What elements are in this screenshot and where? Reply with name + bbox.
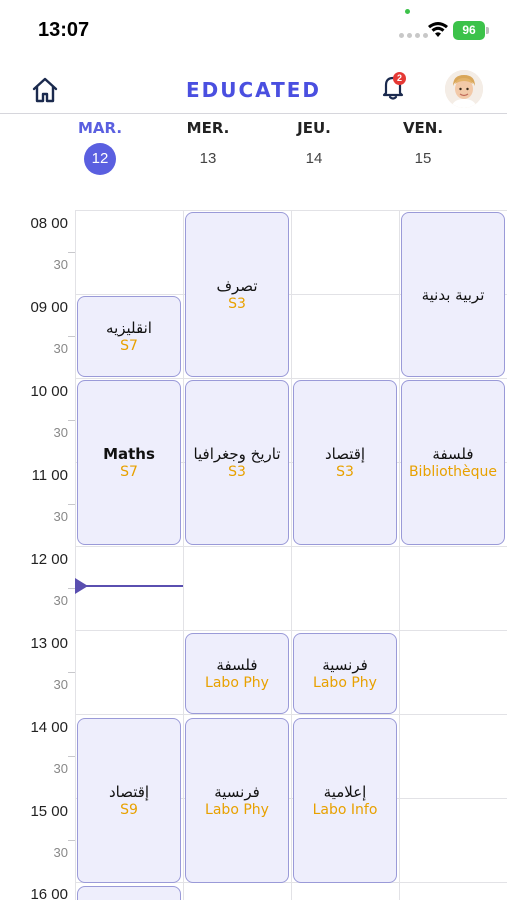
schedule-grid: 08 00 30 09 00 30 10 00 30 11 00 30 12 0… (0, 175, 507, 900)
event-title: انقليزيه (106, 318, 152, 337)
event-card[interactable]: تاريخ وجغرافيا S3 (185, 380, 289, 545)
hour-label: 11 00 (31, 467, 68, 484)
half-hour-tick (68, 504, 75, 505)
half-hour-label: 30 (53, 257, 68, 272)
half-hour-tick (68, 336, 75, 337)
event-title: Maths (103, 444, 155, 463)
privacy-indicator-icon (405, 9, 410, 14)
half-hour-label: 30 (53, 593, 68, 608)
event-room: Labo Phy (205, 674, 269, 691)
half-hour-label: 30 (53, 509, 68, 524)
half-hour-label: 30 (53, 677, 68, 692)
wifi-icon (428, 22, 448, 37)
column-divider (399, 210, 400, 900)
column-divider (291, 210, 292, 900)
hour-label: 16 00 (30, 886, 68, 900)
battery-tip (486, 27, 489, 34)
event-title: تربية بدنية (421, 285, 485, 304)
event-card[interactable]: إقتصاد S9 (77, 718, 181, 883)
current-time-line (85, 585, 183, 587)
event-title: فلسفة (216, 655, 258, 674)
event-title: تصرف (216, 276, 258, 295)
half-hour-label: 30 (53, 761, 68, 776)
app-header: EDUCATED 2 (0, 58, 507, 114)
day-name: VEN. (402, 119, 444, 137)
half-hour-label: 30 (53, 425, 68, 440)
event-room: S3 (336, 463, 354, 480)
hour-label: 15 00 (30, 803, 68, 820)
event-card[interactable]: فرنسية Labo Phy (293, 633, 397, 714)
signal-icon (399, 33, 428, 38)
day-tab-tuesday[interactable]: MAR. 12 (70, 119, 130, 175)
event-card[interactable]: إقتصاد S3 (293, 380, 397, 545)
brand-logo: EDUCATED (185, 78, 321, 102)
half-hour-tick (68, 756, 75, 757)
status-bar: 13:07 96 (0, 0, 507, 58)
event-title: تاريخ وجغرافيا (193, 444, 281, 463)
hour-label: 13 00 (30, 635, 68, 652)
day-strip: MAR. 12 MER. 13 JEU. 14 VEN. 15 (0, 115, 507, 175)
column-divider (183, 210, 184, 900)
hour-label: 14 00 (30, 719, 68, 736)
hour-line (75, 630, 507, 631)
half-hour-tick (68, 840, 75, 841)
hour-line (75, 378, 507, 379)
notification-badge: 2 (393, 72, 406, 85)
column-divider (75, 210, 76, 900)
day-name: MER. (186, 119, 230, 137)
event-title: إقتصاد (324, 444, 366, 463)
avatar-image (445, 70, 483, 108)
event-title: فرنسية (214, 782, 260, 801)
status-time: 13:07 (38, 19, 90, 41)
day-name: JEU. (297, 119, 331, 137)
hour-line (75, 714, 507, 715)
event-title: فلسفة (432, 444, 474, 463)
event-room: Labo Info (312, 801, 378, 818)
event-card[interactable]: فرنسية Labo Phy (185, 718, 289, 883)
hour-label: 10 00 (30, 383, 68, 400)
event-room: S3 (228, 295, 246, 312)
half-hour-tick (68, 672, 75, 673)
hour-label: 12 00 (30, 551, 68, 568)
day-name: MAR. (77, 119, 123, 137)
event-room: S3 (228, 463, 246, 480)
hour-label: 08 00 (30, 215, 68, 232)
day-tab-thursday[interactable]: JEU. 14 (284, 119, 344, 175)
event-card[interactable]: تربية بدنية (401, 212, 505, 377)
day-number: 15 (414, 150, 432, 167)
event-room: S7 (120, 337, 138, 354)
event-room: S9 (120, 801, 138, 818)
event-card[interactable]: انقليزيه S7 (77, 296, 181, 377)
half-hour-tick (68, 420, 75, 421)
event-card[interactable]: فلسفة Bibliothèque (401, 380, 505, 545)
day-number: 13 (199, 150, 217, 167)
hour-label: 09 00 (30, 299, 68, 316)
event-card[interactable]: فلسفة Labo Phy (185, 633, 289, 714)
event-card[interactable]: Maths S7 (77, 380, 181, 545)
event-room: S7 (120, 463, 138, 480)
day-tab-wednesday[interactable]: MER. 13 (178, 119, 238, 175)
event-title: إعلامية (323, 782, 367, 801)
day-tab-friday[interactable]: VEN. 15 (393, 119, 453, 175)
event-card[interactable]: تصرف S3 (185, 212, 289, 377)
event-title: إقتصاد (108, 782, 150, 801)
hour-line (75, 210, 507, 211)
half-hour-label: 30 (53, 341, 68, 356)
half-hour-tick (68, 588, 75, 589)
event-room: Labo Phy (313, 674, 377, 691)
battery-icon: 96 (453, 21, 485, 40)
half-hour-tick (68, 252, 75, 253)
avatar[interactable] (445, 70, 483, 108)
event-card[interactable] (77, 886, 181, 900)
day-number: 14 (305, 150, 323, 167)
event-room: Labo Phy (205, 801, 269, 818)
half-hour-label: 30 (53, 845, 68, 860)
event-card[interactable]: إعلامية Labo Info (293, 718, 397, 883)
day-number: 12 (84, 143, 116, 175)
event-title: فرنسية (322, 655, 368, 674)
event-room: Bibliothèque (408, 463, 498, 480)
hour-line (75, 546, 507, 547)
